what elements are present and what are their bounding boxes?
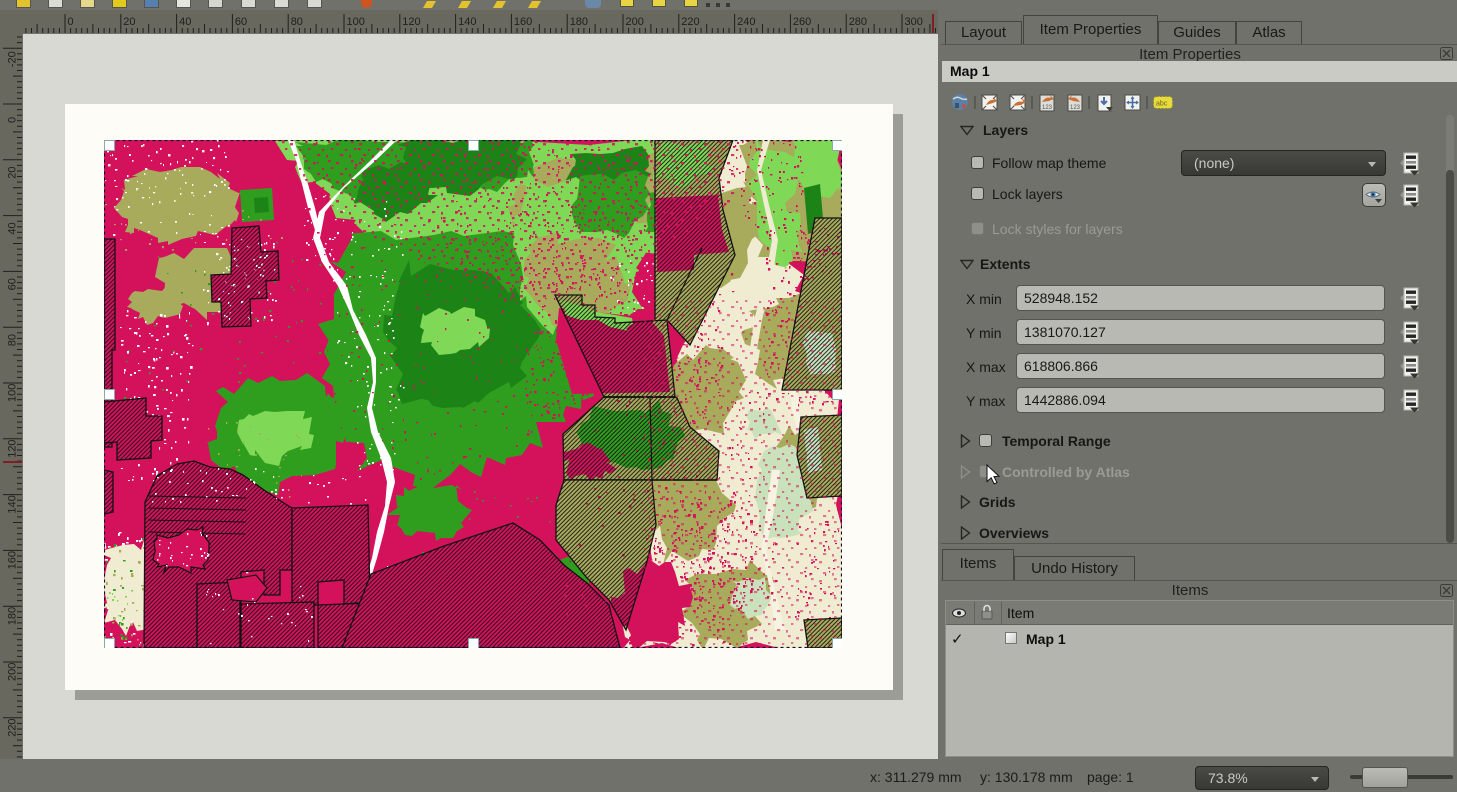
svg-text:180: 180 [570,16,588,28]
svg-text:60: 60 [235,16,247,28]
svg-text:40: 40 [179,16,191,28]
svg-text:0: 0 [68,16,74,28]
svg-text:60: 60 [7,278,19,290]
svg-text:123: 123 [1070,105,1081,111]
svg-text:abc: abc [1156,101,1168,108]
svg-text:100: 100 [7,384,19,402]
svg-text:140: 140 [458,16,476,28]
svg-text:20: 20 [7,167,19,179]
svg-text:0: 0 [7,117,19,123]
svg-text:160: 160 [514,16,532,28]
svg-text:120: 120 [7,439,19,457]
svg-text:160: 160 [7,551,19,569]
svg-text:80: 80 [7,334,19,346]
svg-text:220: 220 [7,718,19,736]
svg-text:-20: -20 [7,51,19,67]
svg-text:200: 200 [7,663,19,681]
svg-text:80: 80 [291,16,303,28]
svg-text:40: 40 [7,222,19,234]
svg-text:280: 280 [849,16,867,28]
svg-text:100: 100 [347,16,365,28]
svg-text:300: 300 [905,16,923,28]
svg-text:140: 140 [7,495,19,513]
svg-text:240: 240 [737,16,755,28]
svg-text:220: 220 [681,16,699,28]
svg-text:180: 180 [7,607,19,625]
svg-text:20: 20 [123,16,135,28]
svg-text:123: 123 [1042,105,1053,111]
svg-text:120: 120 [402,16,420,28]
svg-text:260: 260 [793,16,811,28]
svg-text:200: 200 [626,16,644,28]
